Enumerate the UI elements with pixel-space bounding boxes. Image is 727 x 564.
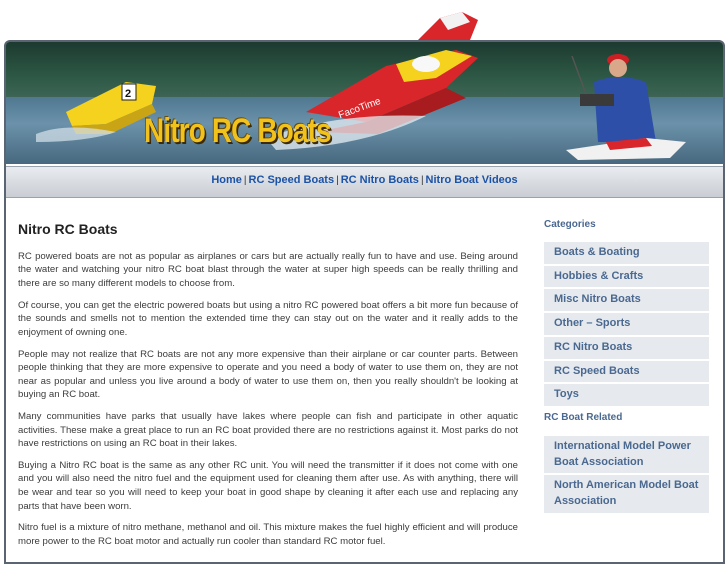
article-heading: Nitro RC Boats: [18, 221, 118, 237]
category-boats-boating[interactable]: Boats & Boating: [544, 242, 709, 266]
nav-rc-speed-boats-link[interactable]: RC Speed Boats: [249, 174, 335, 186]
page-frame: 2 FacoTime Nitro RC Boats Home | RC Speed …: [4, 40, 725, 564]
nav-separator: |: [420, 175, 424, 186]
article-paragraph: Many communities have parks that usually…: [18, 410, 518, 450]
site-title: Nitro RC Boats: [144, 112, 332, 150]
categories-menu: Boats & Boating Hobbies & Crafts Misc Ni…: [544, 242, 709, 408]
article-paragraph: Nitro fuel is a mixture of nitro methane…: [18, 522, 518, 547]
content-area: Nitro RC Boats RC powered boats are not …: [6, 198, 723, 562]
categories-heading: Categories: [544, 219, 596, 230]
related-impba-link[interactable]: International Model Power Boat Associati…: [544, 436, 709, 476]
article-paragraph: Buying a Nitro RC boat is the same as an…: [18, 459, 518, 512]
category-other-sports[interactable]: Other – Sports: [544, 313, 709, 337]
nav-links: Home | RC Speed Boats | RC Nitro Boats | Nitro…: [211, 174, 517, 186]
main-article: Nitro RC Boats RC powered boats are not …: [18, 220, 518, 556]
category-toys[interactable]: Toys: [544, 384, 709, 408]
nav-home-link[interactable]: Home: [211, 174, 242, 186]
top-navigation: Home | RC Speed Boats | RC Nitro Boats | Nitro…: [6, 166, 723, 198]
header-banner: 2 FacoTime Nitro RC Boats: [6, 42, 723, 164]
article-paragraph: People may not realize that RC boats are…: [18, 348, 518, 401]
nav-nitro-boat-videos-link[interactable]: Nitro Boat Videos: [426, 174, 518, 186]
related-links-menu: International Model Power Boat Associati…: [544, 436, 709, 515]
nav-rc-nitro-boats-link[interactable]: RC Nitro Boats: [341, 174, 419, 186]
category-hobbies-crafts[interactable]: Hobbies & Crafts: [544, 265, 709, 290]
category-rc-nitro-boats[interactable]: RC Nitro Boats: [544, 336, 709, 361]
category-misc-nitro-boats[interactable]: Misc Nitro Boats: [544, 289, 709, 314]
related-heading: RC Boat Related: [544, 412, 623, 423]
category-rc-speed-boats[interactable]: RC Speed Boats: [544, 360, 709, 385]
related-namba-link[interactable]: North American Model Boat Association: [544, 475, 709, 515]
article-paragraph: RC powered boats are not as popular as a…: [18, 250, 518, 290]
article-paragraph: Of course, you can get the electric powe…: [18, 299, 518, 338]
svg-text:2: 2: [125, 88, 131, 100]
nav-separator: |: [336, 175, 339, 186]
nav-separator: |: [243, 175, 247, 186]
header-boats-illustration: 2 FacoTime: [36, 50, 686, 160]
